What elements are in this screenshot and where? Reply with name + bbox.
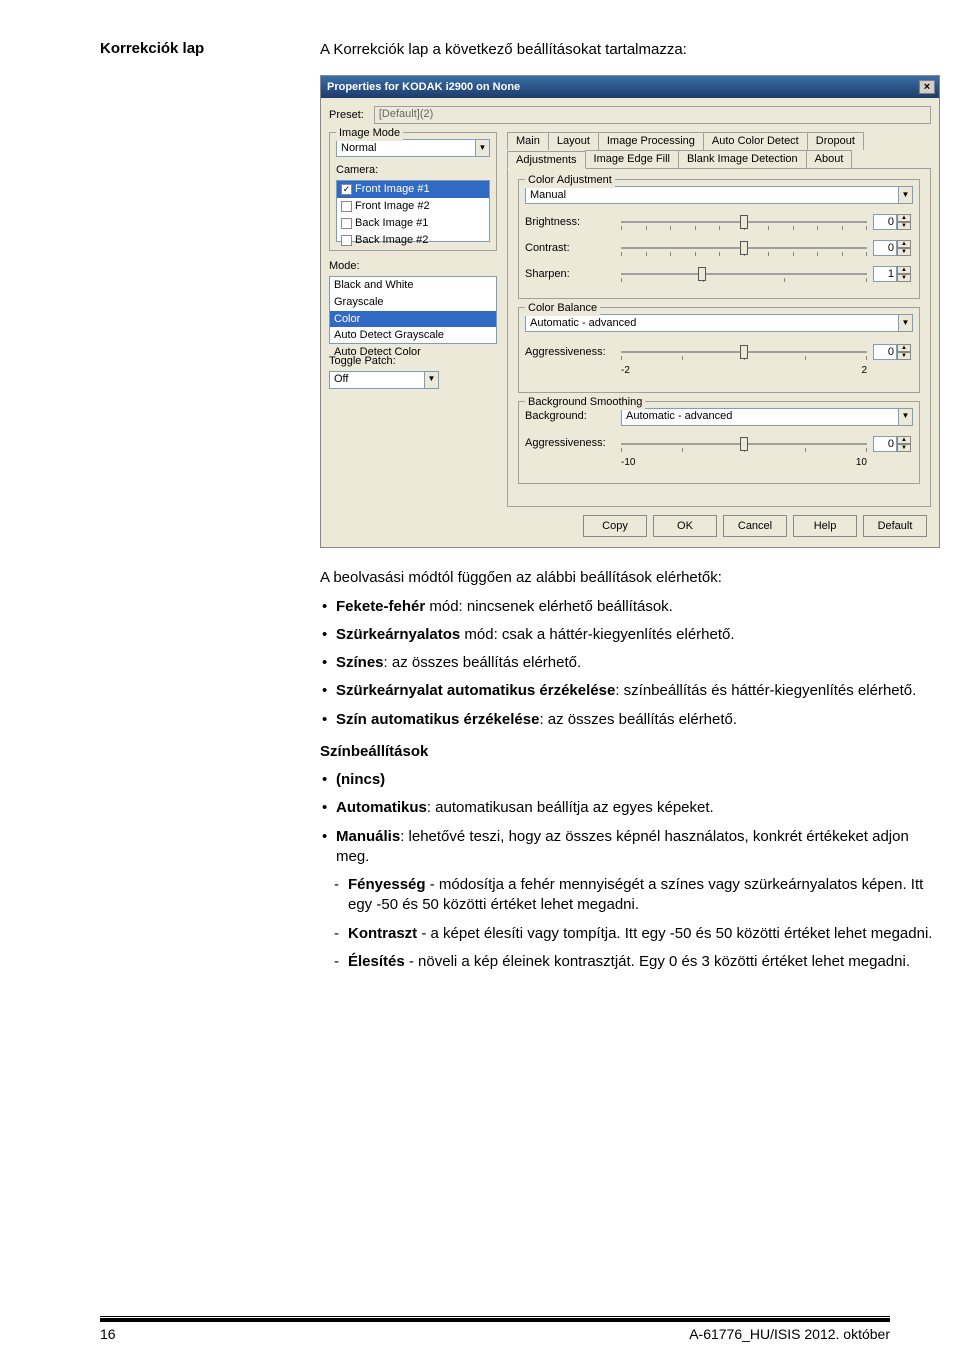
color-balance-mode-combo[interactable]: Automatic - advanced ▼ [525, 314, 913, 332]
bullet-item: Automatikus: automatikusan beállítja az … [320, 798, 940, 818]
tab-image-processing[interactable]: Image Processing [598, 132, 704, 150]
background-label: Background: [525, 409, 615, 424]
scale-low: -10 [621, 456, 635, 470]
chevron-down-icon[interactable]: ▼ [898, 315, 912, 331]
sharpen-spinner[interactable]: ▲▼ [873, 266, 913, 282]
color-balance-mode-value: Automatic - advanced [526, 316, 898, 331]
camera-listbox[interactable]: ✓Front Image #1 Front Image #2 Back Imag… [336, 180, 490, 242]
background-combo[interactable]: Automatic - advanced ▼ [621, 408, 913, 426]
list-item[interactable]: Grayscale [330, 294, 496, 311]
cb-aggressiveness-slider[interactable] [621, 342, 867, 362]
toggle-patch-value: Off [330, 372, 424, 387]
image-mode-legend: Image Mode [336, 126, 403, 141]
list-item[interactable]: Black and White [330, 277, 496, 294]
image-mode-group: Image Mode Normal ▼ Camera: ✓Front Image… [329, 132, 497, 251]
dialog-titlebar: Properties for KODAK i2900 on None × [321, 76, 939, 98]
toggle-patch-combo[interactable]: Off ▼ [329, 371, 439, 389]
background-value: Automatic - advanced [622, 409, 898, 424]
list-item[interactable]: Front Image #2 [337, 198, 489, 215]
bullet-item: Színes: az összes beállítás elérhető. [320, 653, 940, 673]
scale-high: 10 [856, 456, 867, 470]
bullet-item: Szürkeárnyalat automatikus érzékelése: s… [320, 681, 940, 701]
bg-smoothing-legend: Background Smoothing [525, 395, 645, 410]
properties-dialog: Properties for KODAK i2900 on None × Pre… [320, 75, 940, 548]
cb-aggressiveness-label: Aggressiveness: [525, 345, 615, 360]
sub-bullet-item: Kontraszt - a képet élesíti vagy tompítj… [320, 924, 940, 944]
tab-main[interactable]: Main [507, 132, 549, 150]
scale-high: 2 [861, 364, 867, 378]
copy-button[interactable]: Copy [583, 515, 647, 537]
page-footer: 16 A-61776_HU/ISIS 2012. október [0, 1318, 960, 1342]
list-item[interactable]: Color [330, 311, 496, 328]
color-adjustment-legend: Color Adjustment [525, 173, 615, 188]
doc-id: A-61776_HU/ISIS 2012. október [689, 1326, 890, 1342]
intro-text: A Korrekciók lap a következő beállítások… [320, 40, 940, 60]
list-item[interactable]: Auto Detect Grayscale [330, 327, 496, 344]
list-item[interactable]: Back Image #1 [337, 215, 489, 232]
sub-bullet-item: Élesítés - növeli a kép éleinek kontrasz… [320, 952, 940, 972]
color-balance-group: Color Balance Automatic - advanced ▼ Agg… [518, 307, 920, 393]
color-adjustment-mode-combo[interactable]: Manual ▼ [525, 186, 913, 204]
bg-aggressiveness-slider[interactable] [621, 434, 867, 454]
dialog-button-bar: Copy OK Cancel Help Default [329, 507, 931, 537]
tab-adjustments[interactable]: Adjustments [507, 151, 586, 169]
page-number: 16 [100, 1326, 116, 1342]
bullet-item: Manuális: lehetővé teszi, hogy az összes… [320, 827, 940, 868]
chevron-down-icon[interactable]: ▼ [898, 187, 912, 203]
help-button[interactable]: Help [793, 515, 857, 537]
dialog-title: Properties for KODAK i2900 on None [327, 80, 919, 95]
contrast-slider[interactable] [621, 238, 867, 258]
bullet-item: Szín automatikus érzékelése: az összes b… [320, 710, 940, 730]
brightness-label: Brightness: [525, 215, 615, 230]
mode-listbox[interactable]: Black and White Grayscale Color Auto Det… [329, 276, 497, 344]
list-item[interactable]: Back Image #2 [337, 232, 489, 249]
preset-label: Preset: [329, 108, 364, 123]
tab-dropout[interactable]: Dropout [807, 132, 864, 150]
bg-aggressiveness-label: Aggressiveness: [525, 436, 615, 451]
tab-layout[interactable]: Layout [548, 132, 599, 150]
chevron-down-icon[interactable]: ▼ [475, 140, 489, 156]
tab-strip: Main Layout Image Processing Auto Color … [507, 132, 931, 169]
brightness-spinner[interactable]: ▲▼ [873, 214, 913, 230]
chevron-down-icon[interactable]: ▼ [424, 372, 438, 388]
sharpen-label: Sharpen: [525, 267, 615, 282]
preset-combo[interactable]: [Default](2) [374, 106, 931, 124]
color-adjustment-mode-value: Manual [526, 188, 898, 203]
body-text: A beolvasási módtól függően az alábbi be… [320, 568, 940, 972]
contrast-label: Contrast: [525, 241, 615, 256]
paragraph: A beolvasási módtól függően az alábbi be… [320, 568, 940, 588]
scale-low: -2 [621, 364, 630, 378]
bullet-item: Szürkeárnyalatos mód: csak a háttér-kieg… [320, 625, 940, 645]
chevron-down-icon[interactable]: ▼ [898, 409, 912, 425]
close-icon[interactable]: × [919, 80, 935, 94]
cb-aggressiveness-spinner[interactable]: ▲▼ [873, 344, 913, 360]
brightness-slider[interactable] [621, 212, 867, 232]
ok-button[interactable]: OK [653, 515, 717, 537]
list-item[interactable]: ✓Front Image #1 [337, 181, 489, 198]
camera-label: Camera: [336, 163, 490, 178]
sharpen-slider[interactable] [621, 264, 867, 284]
tab-image-edge-fill[interactable]: Image Edge Fill [585, 150, 679, 168]
tab-auto-color-detect[interactable]: Auto Color Detect [703, 132, 808, 150]
sub-bullet-item: Fényesség - módosítja a fehér mennyiségé… [320, 875, 940, 916]
section-heading: Korrekciók lap [100, 40, 320, 980]
image-mode-value: Normal [337, 141, 475, 156]
background-smoothing-group: Background Smoothing Background: Automat… [518, 401, 920, 485]
section-subhead: Színbeállítások [320, 742, 940, 762]
color-balance-legend: Color Balance [525, 301, 600, 316]
tab-blank-image-detection[interactable]: Blank Image Detection [678, 150, 807, 168]
cancel-button[interactable]: Cancel [723, 515, 787, 537]
bullet-item: (nincs) [320, 770, 940, 790]
image-mode-combo[interactable]: Normal ▼ [336, 139, 490, 157]
bg-aggressiveness-spinner[interactable]: ▲▼ [873, 436, 913, 452]
mode-label: Mode: [329, 259, 497, 274]
contrast-spinner[interactable]: ▲▼ [873, 240, 913, 256]
bullet-item: Fekete-fehér mód: nincsenek elérhető beá… [320, 597, 940, 617]
default-button[interactable]: Default [863, 515, 927, 537]
color-adjustment-group: Color Adjustment Manual ▼ Brightness: ▲▼ [518, 179, 920, 299]
tab-about[interactable]: About [806, 150, 853, 168]
